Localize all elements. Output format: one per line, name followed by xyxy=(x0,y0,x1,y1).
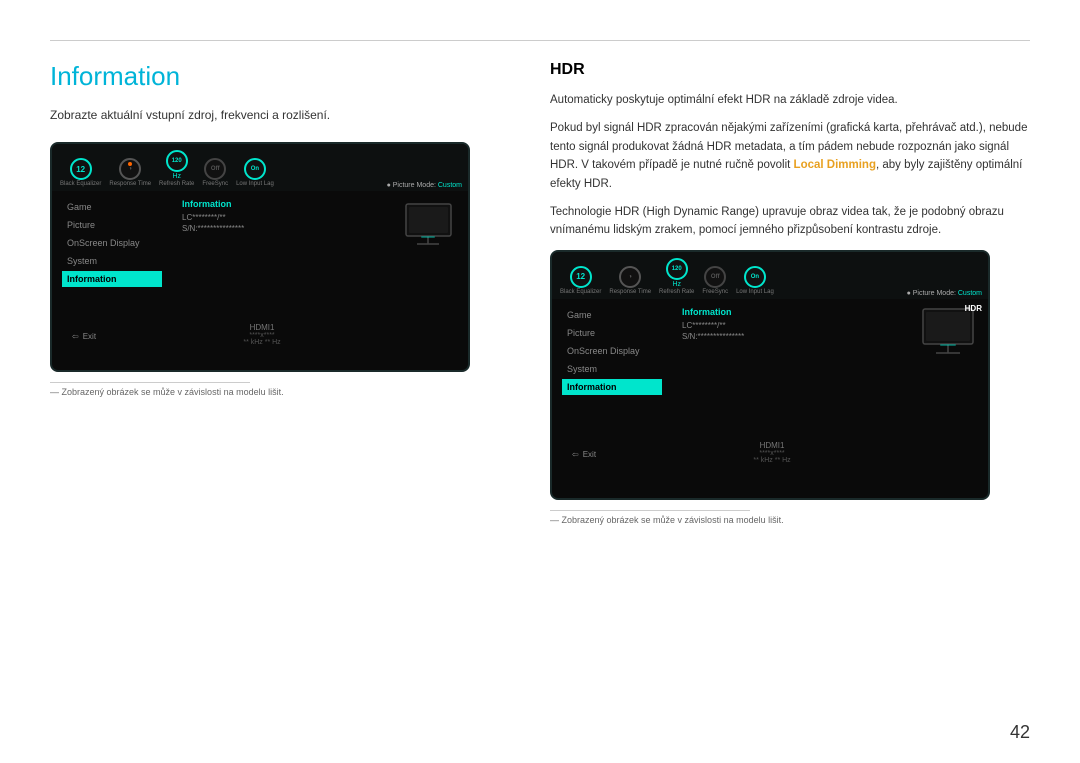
menu-item-onscreen[interactable]: OnScreen Display xyxy=(62,235,162,251)
section-description: Zobrazte aktuální vstupní zdroj, frekven… xyxy=(50,106,510,124)
menu-item-game-r[interactable]: Game xyxy=(562,307,662,323)
highlight-local-dimming: Local Dimming xyxy=(794,159,876,171)
menu-right-left: Information LC********/** S/N:**********… xyxy=(182,199,458,313)
page-container: Information Zobrazte aktuální vstupní zd… xyxy=(0,0,1080,763)
knob-sub-refresh: Hz xyxy=(172,173,181,180)
monitor-svg-left xyxy=(401,202,456,252)
knob-circle-black-eq-r: 12 xyxy=(570,266,592,288)
info-lc-right: LC********/** xyxy=(682,321,908,330)
footnote-rule-right xyxy=(550,510,750,511)
footnote-text-right: ― Zobrazený obrázek se může v závislosti… xyxy=(550,515,1030,525)
menu-item-picture[interactable]: Picture xyxy=(62,217,162,233)
monitor-mockup-right: 12 Black Equalizer ◑ Response Time 120 H… xyxy=(550,250,990,500)
exit-btn-right[interactable]: ⇦ Exit xyxy=(562,446,606,463)
footnote-text-left: ― Zobrazený obrázek se může v závislosti… xyxy=(50,387,510,397)
footnote-rule-left xyxy=(50,382,250,383)
info-panel-right: Information LC********/** S/N:**********… xyxy=(682,307,908,431)
picture-mode-badge-left: ● Picture Mode: Custom xyxy=(387,182,462,189)
footnote-area-right: ― Zobrazený obrázek se může v závislosti… xyxy=(550,510,1030,525)
info-panel-title-right: Information xyxy=(682,307,908,317)
menu-area-left: Game Picture OnScreen Display System Inf… xyxy=(52,191,468,321)
knob-refresh-r: 120 Hz Refresh Rate xyxy=(659,258,694,295)
menu-item-game[interactable]: Game xyxy=(62,199,162,215)
hdr-badge-right: HDR xyxy=(965,304,982,313)
knob-label-response: Response Time xyxy=(109,181,151,187)
knob-freesync-r: Off FreeSync xyxy=(702,266,728,295)
main-content: Information Zobrazte aktuální vstupní zd… xyxy=(50,61,1030,733)
knob-circle-response: ◑ xyxy=(119,158,141,180)
knob-label-input-lag-r: Low Input Lag xyxy=(736,289,774,295)
menu-right-right: Information LC********/** S/N:**********… xyxy=(682,307,978,431)
menu-item-system-r[interactable]: System xyxy=(562,361,662,377)
source-info-right: HDMI1 ****x**** ** kHz ** Hz xyxy=(753,441,790,464)
hdr-title: HDR xyxy=(550,61,1030,79)
knob-label-freesync-r: FreeSync xyxy=(702,289,728,295)
top-divider xyxy=(50,40,1030,41)
info-lc-left: LC********/** xyxy=(182,213,388,222)
info-sn-left: S/N:*************** xyxy=(182,224,388,233)
menu-item-information[interactable]: Information xyxy=(62,271,162,287)
knob-circle-refresh: 120 xyxy=(166,150,188,172)
info-sn-right: S/N:*************** xyxy=(682,332,908,341)
knob-label-refresh: Refresh Rate xyxy=(159,181,194,187)
monitor-img-left xyxy=(398,199,458,254)
knob-refresh: 120 Hz Refresh Rate xyxy=(159,150,194,187)
knob-circle-freesync: Off xyxy=(204,158,226,180)
menu-item-system[interactable]: System xyxy=(62,253,162,269)
info-panel-title-left: Information xyxy=(182,199,388,209)
menu-left-right: Game Picture OnScreen Display System Inf… xyxy=(562,307,662,431)
knob-label-freesync: FreeSync xyxy=(202,181,228,187)
picture-mode-badge-right: ● Picture Mode: Custom xyxy=(907,290,982,297)
source-info-left: HDMI1 ****x**** ** kHz ** Hz xyxy=(243,323,280,346)
info-panel-left: Information LC********/** S/N:**********… xyxy=(182,199,388,313)
knob-black-eq: 12 Black Equalizer xyxy=(60,158,101,187)
knob-response-r: ◑ Response Time xyxy=(609,266,651,295)
hdr-para3: Technologie HDR (High Dynamic Range) upr… xyxy=(550,203,1030,240)
knob-sub-refresh-r: Hz xyxy=(672,281,681,288)
exit-icon-right: ⇦ xyxy=(572,450,579,459)
knob-label-input-lag: Low Input Lag xyxy=(236,181,274,187)
knob-black-eq-r: 12 Black Equalizer xyxy=(560,266,601,295)
left-column: Information Zobrazte aktuální vstupní zd… xyxy=(50,61,510,733)
knob-input-lag: On Low Input Lag xyxy=(236,158,274,187)
knob-label-refresh-r: Refresh Rate xyxy=(659,289,694,295)
knob-freesync: Off FreeSync xyxy=(202,158,228,187)
knob-input-lag-r: On Low Input Lag xyxy=(736,266,774,295)
menu-item-onscreen-r[interactable]: OnScreen Display xyxy=(562,343,662,359)
page-title: Information xyxy=(50,61,510,92)
knob-label-black-eq-r: Black Equalizer xyxy=(560,289,601,295)
exit-btn-left[interactable]: ⇦ Exit xyxy=(62,328,106,345)
page-number: 42 xyxy=(1010,722,1030,743)
knob-circle-freesync-r: Off xyxy=(704,266,726,288)
right-column: HDR Automaticky poskytuje optimální efek… xyxy=(550,61,1030,733)
knob-circle-input-lag-r: On xyxy=(744,266,766,288)
knob-label-black-eq: Black Equalizer xyxy=(60,181,101,187)
monitor-svg-right xyxy=(918,307,978,362)
menu-left: Game Picture OnScreen Display System Inf… xyxy=(62,199,162,313)
knob-circle-input-lag: On xyxy=(244,158,266,180)
knob-circle-black-eq: 12 xyxy=(70,158,92,180)
footnote-area-left: ― Zobrazený obrázek se může v závislosti… xyxy=(50,382,510,397)
monitor-mockup-left: 12 Black Equalizer ◑ Response Time 120 H… xyxy=(50,142,470,372)
knob-circle-response-r: ◑ xyxy=(619,266,641,288)
monitor-img-right xyxy=(918,307,978,362)
exit-text-left: Exit xyxy=(83,332,96,341)
menu-item-information-r[interactable]: Information xyxy=(562,379,662,395)
hdr-para1: Automaticky poskytuje optimální efekt HD… xyxy=(550,91,1030,109)
knob-circle-refresh-r: 120 xyxy=(666,258,688,280)
knob-label-response-r: Response Time xyxy=(609,289,651,295)
menu-item-picture-r[interactable]: Picture xyxy=(562,325,662,341)
knob-response: ◑ Response Time xyxy=(109,158,151,187)
hdr-para2: Pokud byl signál HDR zpracován nějakými … xyxy=(550,119,1030,193)
menu-area-right: Game Picture OnScreen Display System Inf… xyxy=(552,299,988,439)
exit-text-right: Exit xyxy=(583,450,596,459)
exit-icon-left: ⇦ xyxy=(72,332,79,341)
